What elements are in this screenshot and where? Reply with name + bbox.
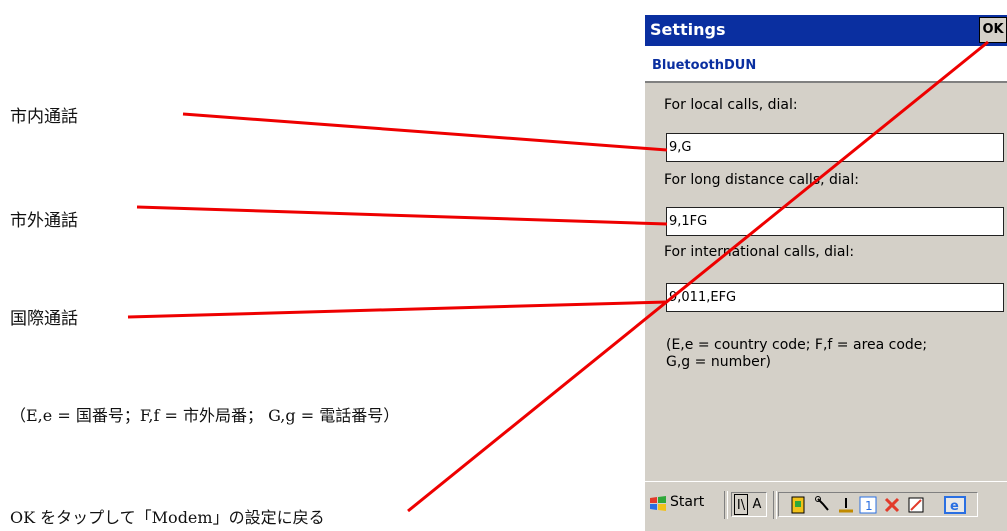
pocketpc-screen: Settings OK BluetoothDUN For local calls…: [645, 15, 1007, 531]
taskbar: Start I\ A 1 e: [645, 481, 1007, 531]
international-input[interactable]: [666, 283, 1004, 312]
pen-icon[interactable]: [907, 496, 925, 514]
start-label: Start: [670, 494, 705, 510]
long-distance-annotation: 市外通話: [10, 211, 78, 231]
help-line-2: G,g = number): [666, 354, 771, 370]
number-one-icon[interactable]: 1: [859, 496, 877, 514]
window-title: Settings: [650, 20, 726, 39]
ime-button-1[interactable]: I\: [734, 494, 748, 515]
title-bar: Settings OK: [645, 15, 1007, 46]
ime-button-2[interactable]: A: [750, 494, 764, 515]
international-annotation: 国際通話: [10, 309, 78, 329]
code-legend-annotation: （E,e = 国番号；F,f = 市外局番； G,g = 電話番号）: [10, 406, 400, 425]
wrench-icon[interactable]: [814, 496, 832, 514]
input-panel-toggle: I\ A: [731, 492, 767, 517]
taskbar-separator: [773, 491, 777, 519]
callout-line-long: [136, 205, 668, 226]
callout-line-local: [182, 112, 668, 152]
ok-hint-annotation: OK をタップして「Modem」の設定に戻る: [10, 508, 325, 527]
long-distance-label: For long distance calls, dial:: [664, 172, 859, 188]
local-call-annotation: 市内通話: [10, 107, 78, 127]
international-label: For international calls, dial:: [664, 244, 855, 260]
connection-icon[interactable]: [837, 496, 855, 514]
system-tray: 1 e: [778, 492, 978, 517]
taskbar-separator: [724, 491, 728, 519]
svg-text:e: e: [950, 499, 959, 514]
sub-header: BluetoothDUN: [645, 46, 1007, 81]
ok-button[interactable]: OK: [979, 17, 1007, 43]
local-calls-label: For local calls, dial:: [664, 97, 798, 113]
long-distance-input[interactable]: [666, 207, 1004, 236]
windows-flag-icon: [650, 496, 666, 511]
ie-icon[interactable]: e: [944, 496, 966, 514]
svg-text:1: 1: [865, 499, 873, 513]
local-calls-input[interactable]: [666, 133, 1004, 162]
help-line-1: (E,e = country code; F,f = area code;: [666, 337, 928, 353]
connection-name: BluetoothDUN: [652, 58, 757, 73]
bluetooth-icon[interactable]: [883, 496, 901, 514]
callout-line-intl: [127, 300, 668, 319]
dialing-settings-panel: For local calls, dial: For long distance…: [645, 83, 1007, 481]
sim-icon[interactable]: [789, 496, 807, 514]
code-help-text: (E,e = country code; F,f = area code; G,…: [666, 337, 1002, 371]
